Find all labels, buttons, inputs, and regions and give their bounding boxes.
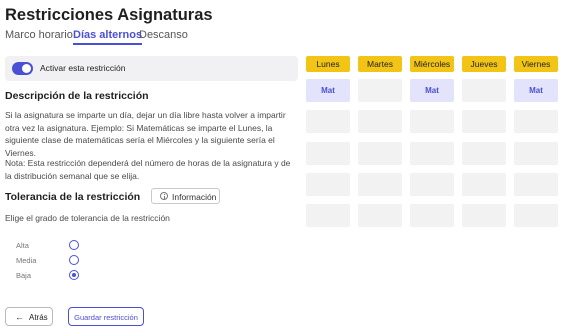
schedule-cell[interactable] xyxy=(410,110,454,133)
schedule-cell[interactable] xyxy=(358,204,402,227)
toggle-label: Activar esta restricción xyxy=(40,63,126,73)
tab-marco-horario[interactable]: Marco horario xyxy=(5,29,73,41)
schedule-cell[interactable] xyxy=(462,204,506,227)
schedule-cell[interactable] xyxy=(306,142,350,165)
back-button[interactable]: ← Atrás xyxy=(5,307,53,326)
restriction-toggle-switch[interactable] xyxy=(12,62,33,75)
schedule-cell[interactable] xyxy=(514,204,558,227)
restriction-toggle-bar: Activar esta restricción xyxy=(5,56,298,81)
day-header-jueves: Jueves xyxy=(462,56,506,72)
schedule-cell[interactable] xyxy=(514,142,558,165)
schedule-cell[interactable] xyxy=(358,79,402,102)
info-button-label: Información xyxy=(172,192,217,202)
toggle-knob xyxy=(22,64,31,73)
description-title: Descripción de la restricción xyxy=(5,90,149,102)
schedule-cell[interactable] xyxy=(306,110,350,133)
save-button-label: Guardar restricción xyxy=(74,313,138,322)
schedule-cell[interactable] xyxy=(462,173,506,196)
schedule-cell[interactable]: Mat xyxy=(514,79,558,102)
day-header-lunes: Lunes xyxy=(306,56,350,72)
schedule-cell[interactable] xyxy=(358,110,402,133)
radio-label: Alta xyxy=(16,241,29,250)
schedule-cell[interactable] xyxy=(306,204,350,227)
tolerance-hint: Elige el grado de tolerancia de la restr… xyxy=(5,213,170,223)
tolerance-option-media[interactable]: Media xyxy=(16,255,80,267)
schedule-cell[interactable] xyxy=(358,173,402,196)
schedule-cell[interactable] xyxy=(410,173,454,196)
arrow-left-icon: ← xyxy=(15,312,24,322)
day-header-viernes: Viernes xyxy=(514,56,558,72)
info-icon xyxy=(160,192,168,200)
day-header-martes: Martes xyxy=(358,56,402,72)
back-button-label: Atrás xyxy=(29,313,48,322)
schedule-cell[interactable]: Mat xyxy=(410,79,454,102)
day-header-miercoles: Miércoles xyxy=(410,56,454,72)
schedule-cell[interactable] xyxy=(358,142,402,165)
tolerance-option-alta[interactable]: Alta xyxy=(16,240,80,252)
schedule-cell[interactable]: Mat xyxy=(306,79,350,102)
tab-descanso[interactable]: Descanso xyxy=(139,29,188,41)
schedule-cell[interactable] xyxy=(462,79,506,102)
info-button[interactable]: Información xyxy=(151,188,220,204)
tolerance-option-baja[interactable]: Baja xyxy=(16,270,80,282)
description-note: Nota: Esta restricción dependerá del núm… xyxy=(5,158,291,181)
radio-button[interactable] xyxy=(69,240,79,250)
schedule-cell[interactable] xyxy=(514,173,558,196)
radio-label: Baja xyxy=(16,271,32,280)
schedule-cell[interactable] xyxy=(410,204,454,227)
description-text: Si la asignatura se imparte un día, deja… xyxy=(5,110,286,158)
schedule-cell[interactable] xyxy=(306,173,350,196)
radio-button[interactable] xyxy=(69,270,79,280)
radio-label: Media xyxy=(16,256,37,265)
tolerance-title: Tolerancia de la restricción xyxy=(5,191,141,203)
schedule-cell[interactable] xyxy=(462,110,506,133)
schedule-cell[interactable] xyxy=(514,110,558,133)
schedule-cell[interactable] xyxy=(410,142,454,165)
tab-dias-alternos[interactable]: Días alternos xyxy=(73,29,143,45)
page-title: Restricciones Asignaturas xyxy=(5,6,213,24)
save-restriction-button[interactable]: Guardar restricción xyxy=(68,307,144,326)
radio-button[interactable] xyxy=(69,255,79,265)
schedule-cell[interactable] xyxy=(462,142,506,165)
